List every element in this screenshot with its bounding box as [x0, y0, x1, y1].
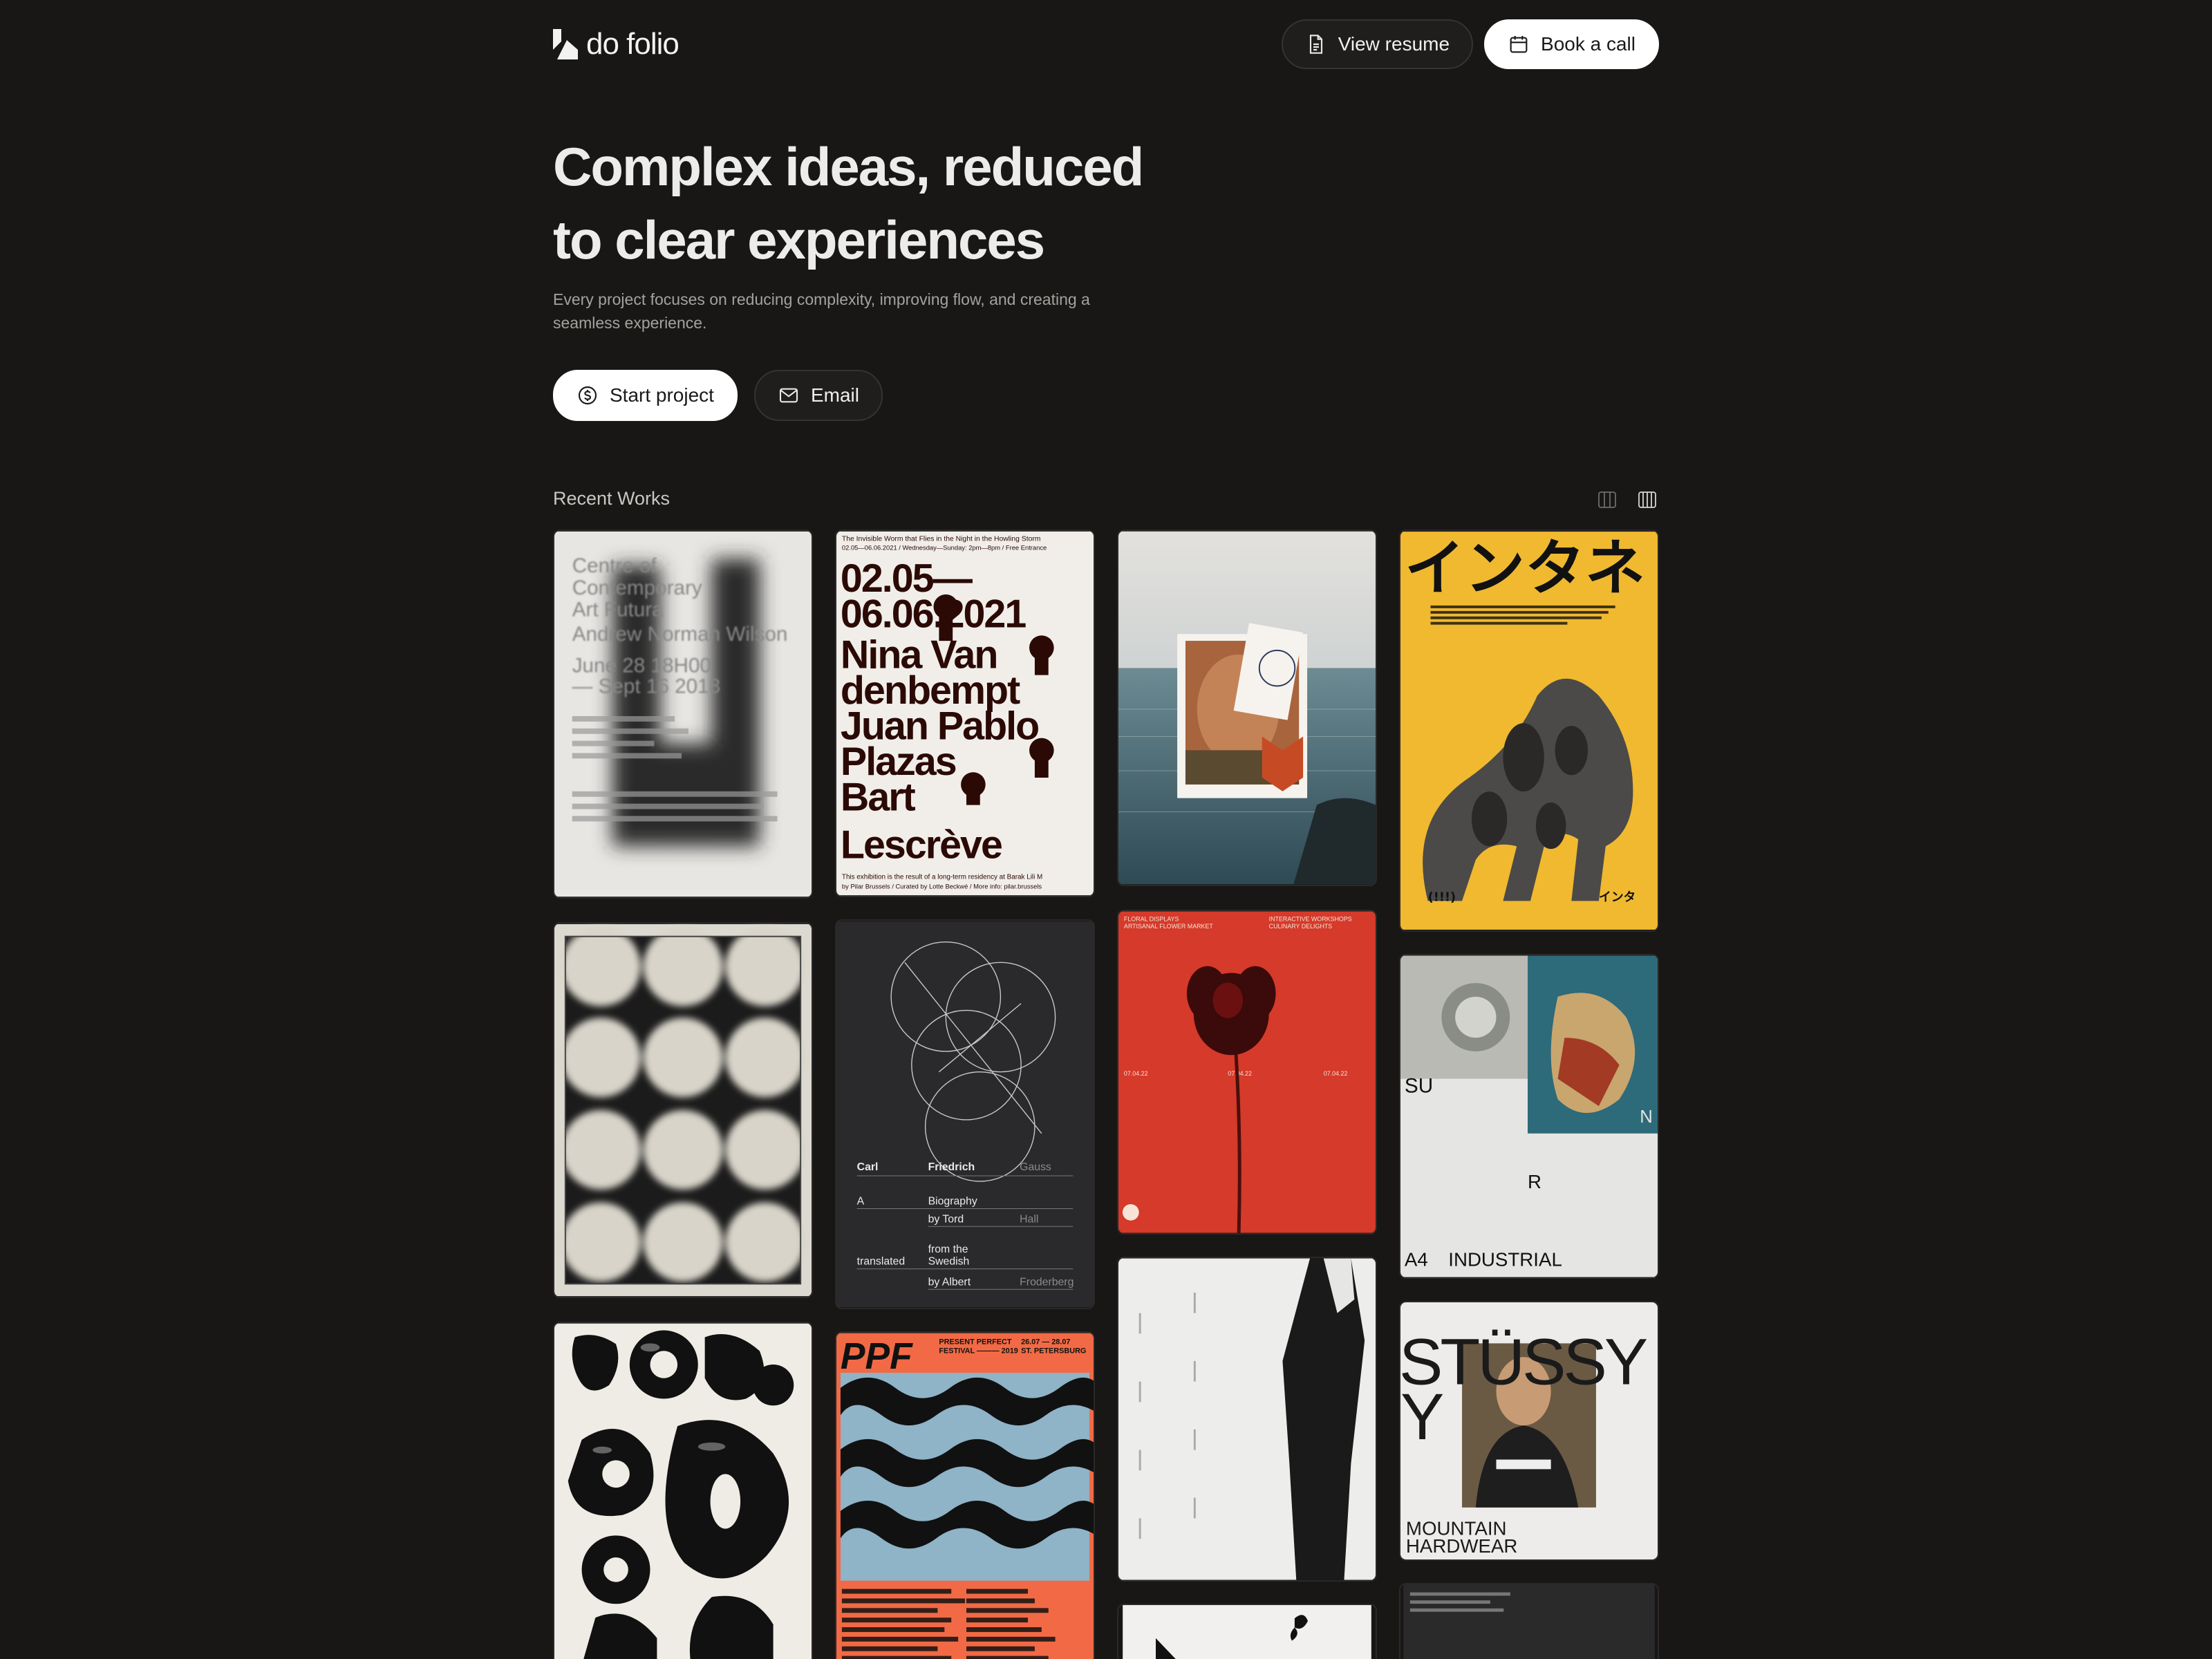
poster-text: from the	[928, 1244, 968, 1255]
poster-text: INDUSTRIAL	[1448, 1249, 1562, 1271]
poster-text: 26.07 — 28.07	[1021, 1338, 1070, 1346]
poster-text: Centre of	[572, 554, 657, 577]
poster-text: 07.04.22	[1324, 1070, 1348, 1077]
poster-text: CULINARY DELIGHTS	[1269, 923, 1333, 930]
dollar-circle-icon	[578, 386, 597, 405]
poster-text: — Sept 16 2018	[572, 675, 720, 697]
poster-text: Gauss	[1020, 1161, 1051, 1173]
poster-text: PPF	[841, 1336, 913, 1377]
work-tile-circle-grid[interactable]	[553, 922, 813, 1298]
poster-text: The Invisible Worm that Flies in the Nig…	[842, 536, 1041, 543]
brand-name: do folio	[586, 27, 679, 61]
work-tile-gauss-biography[interactable]: Carl Friedrich Gauss A Biography by Tord…	[835, 919, 1095, 1309]
poster-text: Hall	[1020, 1213, 1038, 1225]
book-call-button[interactable]: Book a call	[1484, 19, 1659, 69]
work-tile-partial-black-logo[interactable]	[1117, 1604, 1377, 1659]
hero-title: Complex ideas, reduced to clear experien…	[553, 130, 1244, 276]
poster-text: A	[857, 1196, 865, 1208]
book-call-label: Book a call	[1541, 33, 1635, 55]
poster-text: Swedish	[928, 1256, 970, 1268]
poster-text: Y	[1400, 1380, 1444, 1454]
poster-text: Friedrich	[928, 1161, 975, 1173]
work-tile-blurred-poster[interactable]: Centre of Contemporary Art Futura Andrew…	[553, 529, 813, 899]
work-tile-typographic-exhibition[interactable]: The Invisible Worm that Flies in the Nig…	[835, 529, 1095, 897]
work-tile-dark-partial[interactable]	[1399, 1583, 1659, 1659]
email-button[interactable]: Email	[753, 370, 883, 421]
poster-text: FLORAL DISPLAYS	[1124, 915, 1179, 922]
document-icon	[1309, 35, 1322, 54]
brand-logo[interactable]: do folio	[553, 27, 679, 61]
poster-text: 02.05—06.06.2021 / Wednesday—Sunday: 2pm…	[842, 544, 1047, 552]
work-tile-su-industrial[interactable]: SU N R A4 INDUSTRIAL	[1399, 954, 1659, 1279]
calendar-icon	[1510, 36, 1528, 53]
poster-text: June 28 18H00	[572, 655, 711, 677]
work-tile-festival-poster[interactable]: PPF PRESENT PERFECT FESTIVAL ——— 2019 26…	[835, 1331, 1095, 1659]
view-resume-button[interactable]: View resume	[1281, 19, 1474, 69]
email-label: Email	[810, 384, 859, 406]
poster-text: translated	[857, 1256, 905, 1268]
view-toggle	[1597, 489, 1658, 510]
poster-text: 07.04.22	[1124, 1070, 1148, 1077]
poster-text: A4	[1405, 1249, 1428, 1271]
poster-text: PRESENT PERFECT	[939, 1338, 1011, 1346]
poster-text: by Albert	[928, 1276, 971, 1288]
poster-text: 07.04.22	[1228, 1070, 1252, 1077]
poster-text: インタネ	[1405, 533, 1645, 603]
work-tile-sea-collage[interactable]	[1117, 529, 1377, 886]
poster-text: by Pilar Brussels / Curated by Lotte Bec…	[842, 882, 1042, 890]
three-column-view-icon[interactable]	[1597, 489, 1618, 510]
poster-text: N	[1640, 1107, 1653, 1127]
work-tile-liquid-letters[interactable]	[553, 1322, 813, 1659]
poster-text: Biography	[928, 1196, 977, 1208]
recent-works-title: Recent Works	[553, 488, 671, 509]
poster-text: Froderberg	[1020, 1276, 1074, 1288]
header: do folio View resume Book a call	[553, 19, 1659, 69]
poster-text: Andrew Norman Wilson	[572, 623, 788, 646]
poster-text: (!!!)	[1428, 890, 1456, 904]
poster-text: Lescrève	[841, 823, 1002, 868]
hero-title-line2: to clear experiences	[553, 209, 1045, 270]
work-tile-yellow-sculpture[interactable]: インタネ (!!!) インタ	[1399, 529, 1659, 932]
hero-subtitle: Every project focuses on reducing comple…	[553, 290, 1090, 332]
work-tile-monochrome-fashion[interactable]	[1117, 1257, 1377, 1582]
hero-title-line1: Complex ideas, reduced	[553, 136, 1144, 197]
four-column-view-icon[interactable]	[1637, 489, 1658, 510]
poster-text: インタ	[1599, 890, 1635, 904]
poster-text: SU	[1405, 1074, 1433, 1097]
poster-text: FESTIVAL ——— 2019	[939, 1347, 1018, 1355]
poster-text: Bart	[841, 775, 916, 819]
view-resume-label: View resume	[1338, 33, 1450, 55]
logo-mark-icon	[553, 29, 578, 59]
poster-text: R	[1528, 1171, 1541, 1192]
poster-text: INTERACTIVE WORKSHOPS	[1269, 915, 1352, 922]
mail-icon	[779, 388, 798, 403]
poster-text: 06.06.2021	[841, 592, 1026, 636]
poster-text: ST. PETERSBURG	[1021, 1347, 1086, 1355]
poster-text: This exhibition is the result of a long-…	[842, 873, 1042, 881]
work-tile-red-flower[interactable]: FLORAL DISPLAYS ARTISANAL FLOWER MARKET …	[1117, 910, 1377, 1235]
poster-text: by Tord	[928, 1213, 964, 1225]
poster-text: Art Futura	[572, 599, 664, 621]
start-project-label: Start project	[610, 384, 714, 406]
start-project-button[interactable]: Start project	[553, 370, 738, 421]
work-tile-stussy[interactable]: STÜSSY Y MOUNTAIN HARDWEAR	[1399, 1301, 1659, 1561]
poster-text: Contemporary	[572, 577, 702, 599]
poster-text: HARDWEAR	[1406, 1535, 1518, 1557]
poster-text: Carl	[857, 1161, 879, 1173]
poster-text: ARTISANAL FLOWER MARKET	[1124, 923, 1214, 930]
